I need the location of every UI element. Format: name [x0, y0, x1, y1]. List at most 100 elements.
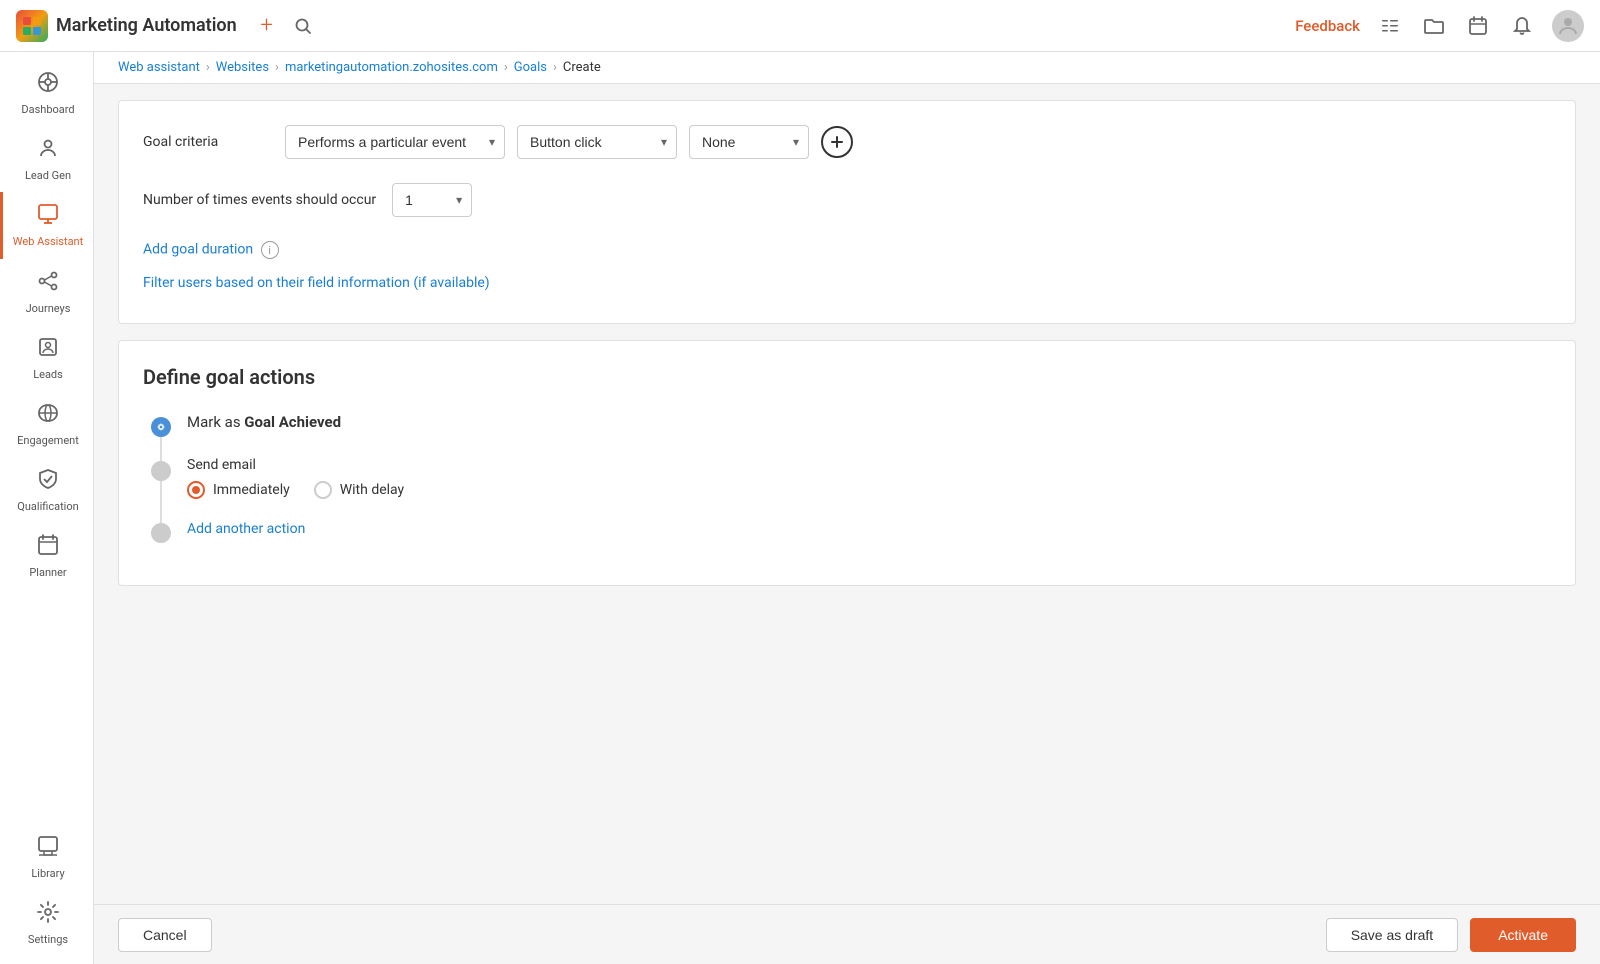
- filter-users-link[interactable]: Filter users based on their field inform…: [143, 275, 490, 291]
- goal-criteria-label: Goal criteria: [143, 134, 273, 150]
- sidebar-item-lead-gen[interactable]: Lead Gen: [0, 126, 93, 192]
- number-of-times-dropdown[interactable]: 1: [392, 183, 472, 217]
- with-delay-radio-circle: [314, 481, 332, 499]
- topbar: Marketing Automation + Feedback: [0, 0, 1600, 52]
- sidebar-lead-gen-label: Lead Gen: [25, 169, 71, 182]
- web-assistant-icon: [36, 202, 60, 231]
- engagement-icon: [36, 401, 60, 430]
- with-delay-label: With delay: [340, 482, 404, 498]
- add-action-content: Add another action: [187, 519, 1551, 561]
- send-email-radio-group: Immediately With delay: [187, 481, 1551, 499]
- sidebar-item-qualification[interactable]: Qualification: [0, 457, 93, 523]
- mark-as-label: Mark as: [187, 413, 244, 431]
- add-goal-duration-link[interactable]: Add goal duration: [143, 242, 253, 258]
- folder-icon[interactable]: [1420, 12, 1448, 40]
- sidebar-item-leads[interactable]: Leads: [0, 325, 93, 391]
- calendar-icon[interactable]: [1464, 12, 1492, 40]
- topbar-actions: +: [253, 12, 317, 40]
- footer-right: Save as draft Activate: [1326, 918, 1576, 952]
- sidebar-planner-label: Planner: [29, 566, 66, 579]
- app-name: Marketing Automation: [56, 15, 237, 36]
- with-delay-radio[interactable]: With delay: [314, 481, 404, 499]
- action-timeline: Mark as Goal Achieved Send email: [143, 413, 1551, 561]
- planner-icon: [36, 533, 60, 562]
- add-another-action-item: Add another action: [151, 519, 1551, 561]
- journeys-icon: [36, 269, 60, 298]
- send-email-dot: [151, 461, 171, 481]
- bell-icon[interactable]: [1508, 12, 1536, 40]
- immediately-radio-circle: [187, 481, 205, 499]
- add-goal-duration-row: Add goal duration i: [143, 241, 1551, 259]
- sidebar-item-dashboard[interactable]: Dashboard: [0, 60, 93, 126]
- goal-criteria-dropdown1-wrapper: Performs a particular event ▾: [285, 125, 505, 159]
- search-icon[interactable]: [289, 12, 317, 40]
- dashboard-icon: [36, 70, 60, 99]
- breadcrumb-item-4: Create: [563, 60, 601, 75]
- leads-icon: [36, 335, 60, 364]
- goal-achieved-dot: [151, 417, 171, 437]
- send-email-content: Send email Immediately With delay: [187, 457, 1551, 523]
- sidebar-item-settings[interactable]: Settings: [0, 890, 93, 956]
- breadcrumb-sep-3: ›: [553, 60, 557, 75]
- sidebar-settings-label: Settings: [28, 933, 68, 946]
- filter-users-row: Filter users based on their field inform…: [143, 275, 1551, 291]
- sidebar-web-assistant-label: Web Assistant: [13, 235, 83, 248]
- goal-achieved-bold: Goal Achieved: [244, 413, 341, 431]
- app-logo: Marketing Automation: [16, 10, 237, 42]
- goal-criteria-dropdown3[interactable]: None: [689, 125, 809, 159]
- number-of-times-dropdown-wrapper: 1 ▾: [392, 183, 472, 217]
- breadcrumb: Web assistant › Websites › marketingauto…: [94, 52, 1600, 84]
- breadcrumb-item-2[interactable]: marketingautomation.zohosites.com: [285, 60, 498, 75]
- sidebar-library-label: Library: [31, 867, 64, 880]
- sidebar: Dashboard Lead Gen Web Assistant: [0, 52, 94, 964]
- goal-actions-card: Define goal actions: [118, 340, 1576, 586]
- send-email-label: Send email: [187, 457, 1551, 473]
- goal-achieved-title: Mark as Goal Achieved: [187, 413, 1551, 431]
- topbar-right: Feedback: [1295, 10, 1584, 42]
- breadcrumb-sep-1: ›: [275, 60, 279, 75]
- number-of-times-row: Number of times events should occur 1 ▾: [143, 183, 1551, 217]
- footer-bar: Cancel Save as draft Activate: [94, 904, 1600, 964]
- breadcrumb-item-3[interactable]: Goals: [514, 60, 547, 75]
- goal-criteria-dropdown1[interactable]: Performs a particular event: [285, 125, 505, 159]
- activate-button[interactable]: Activate: [1470, 918, 1576, 952]
- goal-criteria-dropdown2-wrapper: Button click ▾: [517, 125, 677, 159]
- lead-gen-icon: [36, 136, 60, 165]
- goal-duration-info-icon[interactable]: i: [261, 241, 279, 259]
- sidebar-leads-label: Leads: [33, 368, 63, 381]
- qualification-icon: [36, 467, 60, 496]
- logo-icon: [16, 10, 48, 42]
- sidebar-item-library[interactable]: Library: [0, 824, 93, 890]
- sidebar-qualification-label: Qualification: [17, 500, 78, 513]
- feedback-button[interactable]: Feedback: [1295, 17, 1360, 35]
- add-icon[interactable]: +: [253, 12, 281, 40]
- breadcrumb-sep-0: ›: [206, 60, 210, 75]
- cancel-button[interactable]: Cancel: [118, 918, 212, 952]
- add-criteria-button[interactable]: [821, 126, 853, 158]
- sidebar-item-planner[interactable]: Planner: [0, 523, 93, 589]
- main-content: Web assistant › Websites › marketingauto…: [94, 52, 1600, 964]
- immediately-label: Immediately: [213, 482, 290, 498]
- goal-actions-title: Define goal actions: [143, 365, 1551, 389]
- sidebar-item-engagement[interactable]: Engagement: [0, 391, 93, 457]
- breadcrumb-item-1[interactable]: Websites: [216, 60, 269, 75]
- immediately-radio[interactable]: Immediately: [187, 481, 290, 499]
- sidebar-item-web-assistant[interactable]: Web Assistant: [0, 192, 93, 258]
- settings-icon: [36, 900, 60, 929]
- avatar[interactable]: [1552, 10, 1584, 42]
- goal-criteria-dropdown3-wrapper: None ▾: [689, 125, 809, 159]
- save-draft-button[interactable]: Save as draft: [1326, 918, 1459, 952]
- library-icon: [36, 834, 60, 863]
- goal-criteria-card: Goal criteria Performs a particular even…: [118, 100, 1576, 324]
- breadcrumb-item-0[interactable]: Web assistant: [118, 60, 200, 75]
- add-another-action-link[interactable]: Add another action: [187, 521, 305, 537]
- sidebar-journeys-label: Journeys: [26, 302, 71, 315]
- add-action-dot: [151, 523, 171, 543]
- number-of-times-label: Number of times events should occur: [143, 192, 376, 208]
- sidebar-engagement-label: Engagement: [17, 434, 79, 447]
- goal-criteria-dropdown2[interactable]: Button click: [517, 125, 677, 159]
- sidebar-item-journeys[interactable]: Journeys: [0, 259, 93, 325]
- list-icon[interactable]: [1376, 12, 1404, 40]
- send-email-item: Send email Immediately With delay: [151, 457, 1551, 523]
- goal-criteria-row: Goal criteria Performs a particular even…: [143, 125, 1551, 159]
